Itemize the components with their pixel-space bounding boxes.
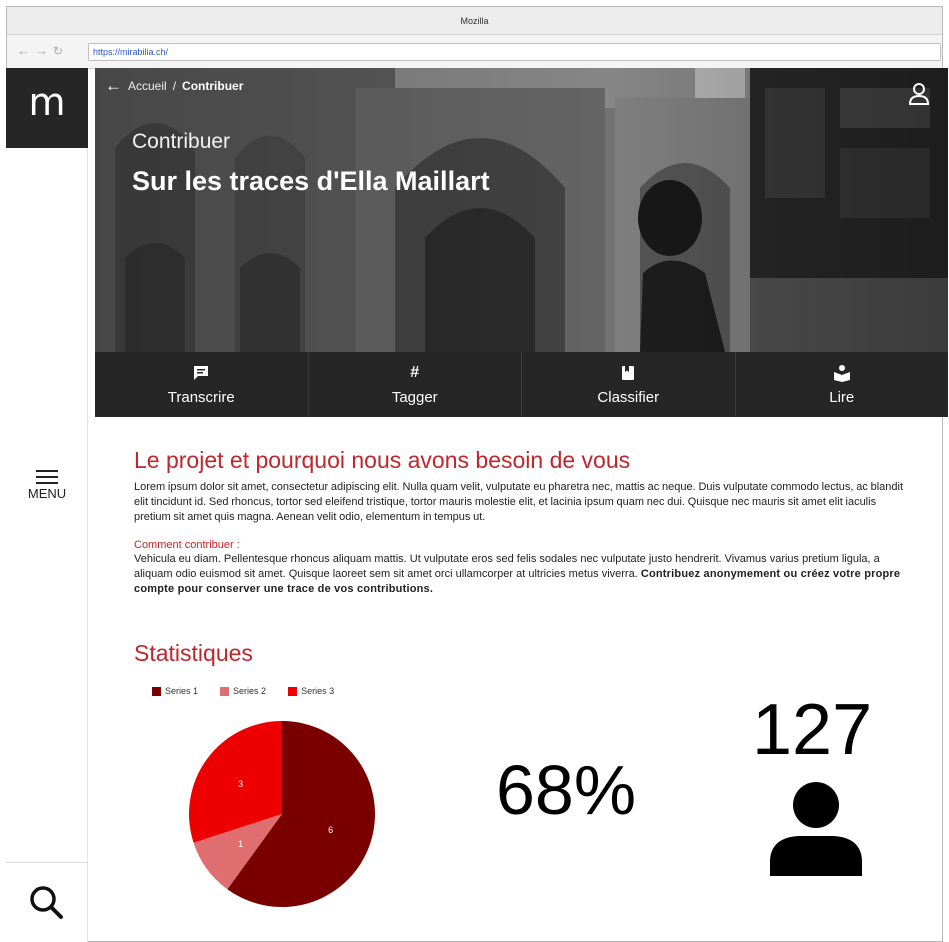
title-bar: Mozilla xyxy=(7,7,942,35)
page-title: Sur les traces d'Ella Maillart xyxy=(132,166,490,196)
speech-bubble-icon xyxy=(192,363,210,383)
how-to-contribute-body: Vehicula eu diam. Pellentesque rhoncus a… xyxy=(134,552,914,597)
legend-item: Series 1 xyxy=(152,686,198,696)
search-icon xyxy=(30,886,63,919)
chart-legend: Series 1 Series 2 Series 3 xyxy=(152,686,334,696)
pie-data-label: 6 xyxy=(328,825,333,835)
tab-classifier[interactable]: Classifier xyxy=(522,352,736,417)
legend-swatch xyxy=(288,686,298,696)
hamburger-icon xyxy=(18,470,76,484)
legend-swatch xyxy=(152,686,161,696)
window-title: Mozilla xyxy=(460,16,489,26)
legend-item: Series 2 xyxy=(220,686,266,696)
how-to-contribute-label: Comment contribuer : xyxy=(134,539,240,551)
breadcrumb: ← Accueil / Contribuer xyxy=(105,77,244,94)
tab-transcrire[interactable]: Transcrire xyxy=(95,352,309,417)
sidebar: m MENU xyxy=(6,68,88,942)
tab-tagger[interactable]: # Tagger xyxy=(309,352,522,417)
legend-label: Series 1 xyxy=(165,686,199,696)
stats-heading: Statistiques xyxy=(134,640,253,666)
hero-overlay xyxy=(95,68,948,352)
person-icon xyxy=(770,782,862,876)
menu-button[interactable]: MENU xyxy=(18,466,76,512)
pie-data-label: 3 xyxy=(238,779,243,789)
breadcrumb-home[interactable]: Accueil xyxy=(128,79,167,93)
intro-heading: Le projet et pourquoi nous avons besoin … xyxy=(134,447,631,473)
back-arrow-icon[interactable]: ← xyxy=(17,44,30,58)
legend-label: Series 3 xyxy=(301,686,335,696)
tab-label: Lire xyxy=(829,389,855,406)
legend-label: Series 2 xyxy=(233,686,267,696)
logo[interactable]: m xyxy=(6,68,88,148)
hashtag-icon: # xyxy=(410,364,420,381)
pie-data-label: 1 xyxy=(238,839,243,849)
logo-text: m xyxy=(28,80,66,124)
menu-label: MENU xyxy=(27,486,67,501)
contributor-count: 127 xyxy=(752,690,873,770)
hero-kicker: Contribuer xyxy=(132,130,231,153)
action-tabs: Transcrire # Tagger Classifier Lire xyxy=(95,352,948,417)
breadcrumb-separator: / xyxy=(172,79,177,93)
intro-section: Le projet et pourquoi nous avons besoin … xyxy=(134,446,914,597)
pie-chart: 6 1 3 xyxy=(189,721,375,907)
search-button[interactable] xyxy=(6,862,88,942)
bookmark-icon xyxy=(621,363,635,383)
percent-stat: 68% xyxy=(496,751,637,829)
hero-banner: ← Accueil / Contribuer Contribuer Sur le… xyxy=(95,68,948,352)
tab-label: Classifier xyxy=(597,389,660,406)
legend-swatch xyxy=(220,686,230,696)
forward-arrow-icon[interactable]: → xyxy=(35,44,48,58)
back-arrow-icon[interactable]: ← xyxy=(105,77,122,94)
nav-bar: ← → ↻ https://mirabilia.ch/ xyxy=(7,35,942,69)
tab-label: Tagger xyxy=(391,389,438,406)
reader-icon xyxy=(833,363,851,383)
legend-item: Series 3 xyxy=(288,686,334,696)
user-account-icon[interactable] xyxy=(908,82,930,106)
breadcrumb-current: Contribuer xyxy=(182,79,244,93)
tab-label: Transcrire xyxy=(167,389,235,406)
intro-body: Lorem ipsum dolor sit amet, consectetur … xyxy=(134,481,903,523)
tab-lire[interactable]: Lire xyxy=(736,352,949,417)
reload-icon[interactable]: ↻ xyxy=(53,44,63,58)
url-bar[interactable]: https://mirabilia.ch/ xyxy=(88,43,941,61)
